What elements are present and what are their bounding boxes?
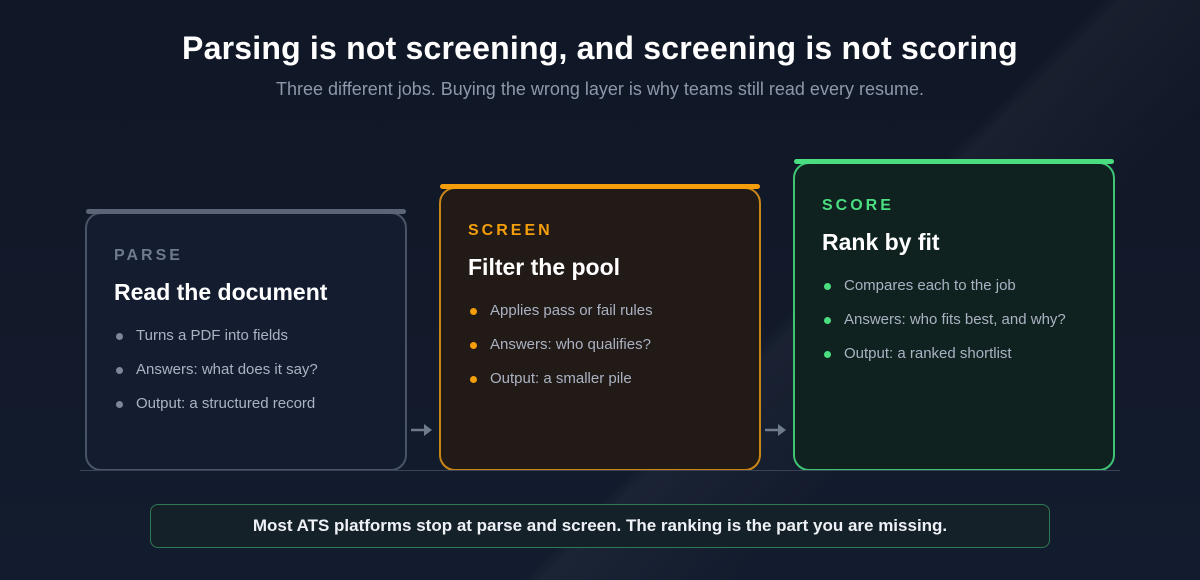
score-accent-bar [794,159,1114,164]
stage-bullet-list: Applies pass or fail rules Answers: who … [468,302,653,404]
list-item: Answers: who qualifies? [468,336,653,370]
bullet-text: Output: a structured record [136,395,316,412]
list-item: Turns a PDF into fields [114,327,318,361]
bullet-text: Answers: who qualifies? [490,336,651,353]
list-item: Compares each to the job [822,277,1066,311]
list-item: Output: a structured record [114,395,318,429]
list-item: Output: a smaller pile [468,370,653,404]
stage-heading: Read the document [114,279,328,305]
bullet-text: Answers: who fits best, and why? [844,311,1066,328]
bullet-text: Compares each to the job [844,277,1016,294]
stage-heading: Rank by fit [822,229,940,255]
bullet-dot-icon [470,376,477,383]
screen-stage-card: SCREEN Filter the pool Applies pass or f… [439,184,761,471]
bullet-dot-icon [116,333,123,340]
arrow-right-icon [411,424,432,436]
stage-bullet-list: Compares each to the job Answers: who fi… [822,277,1066,379]
bullet-dot-icon [824,351,831,358]
page-subtitle: Three different jobs. Buying the wrong l… [276,79,924,99]
stage-heading: Filter the pool [468,254,621,280]
callout-banner: Most ATS platforms stop at parse and scr… [150,504,1050,548]
bullet-dot-icon [116,367,123,374]
page-title: Parsing is not screening, and screening … [182,30,1018,66]
score-stage-card: SCORE Rank by fit Compares each to the j… [793,159,1115,471]
list-item: Answers: what does it say? [114,361,318,395]
stage-kicker: SCORE [822,197,894,214]
arrow-right-icon [765,424,786,436]
list-item: Output: a ranked shortlist [822,345,1066,379]
bullet-dot-icon [116,401,123,408]
bullet-text: Turns a PDF into fields [136,327,288,344]
bullet-text: Applies pass or fail rules [490,302,653,319]
bullet-text: Output: a smaller pile [490,370,632,387]
baseline-divider [80,470,1120,471]
screen-accent-bar [440,184,760,189]
stage-kicker: PARSE [114,247,183,264]
parse-stage-card: PARSE Read the document Turns a PDF into… [85,209,407,471]
bullet-text: Output: a ranked shortlist [844,345,1012,362]
bullet-dot-icon [470,342,477,349]
list-item: Answers: who fits best, and why? [822,311,1066,345]
stage-bullet-list: Turns a PDF into fields Answers: what do… [114,327,318,429]
stage-kicker: SCREEN [468,222,553,239]
bullet-dot-icon [470,308,477,315]
parse-accent-bar [86,209,406,214]
list-item: Applies pass or fail rules [468,302,653,336]
bullet-dot-icon [824,283,831,290]
bullet-dot-icon [824,317,831,324]
bullet-text: Answers: what does it say? [136,361,318,378]
